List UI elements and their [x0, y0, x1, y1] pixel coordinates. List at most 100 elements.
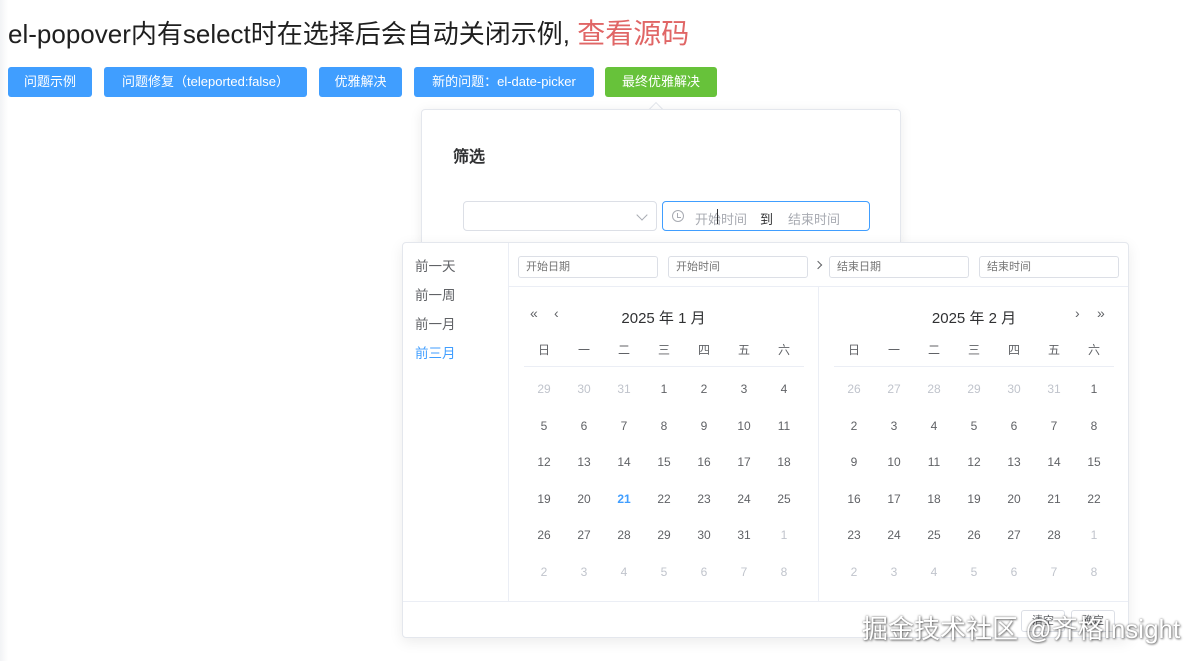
left-day-cell[interactable]: 9 — [684, 408, 724, 444]
left-day-cell[interactable]: 26 — [524, 517, 564, 553]
right-day-cell[interactable]: 4 — [914, 408, 954, 444]
left-day-cell[interactable]: 21 — [604, 481, 644, 517]
left-day-cell[interactable]: 6 — [564, 408, 604, 444]
left-day-cell[interactable]: 4 — [604, 554, 644, 590]
right-day-cell[interactable]: 8 — [1074, 554, 1114, 590]
left-day-cell[interactable]: 6 — [684, 554, 724, 590]
left-day-cell[interactable]: 13 — [564, 444, 604, 480]
right-day-cell[interactable]: 4 — [914, 554, 954, 590]
left-day-cell[interactable]: 12 — [524, 444, 564, 480]
right-day-cell[interactable]: 9 — [834, 444, 874, 480]
issue-example-button[interactable]: 问题示例 — [8, 67, 92, 97]
shortcut-prev-day[interactable]: 前一天 — [415, 255, 456, 275]
left-day-cell[interactable]: 19 — [524, 481, 564, 517]
left-day-cell[interactable]: 5 — [644, 554, 684, 590]
right-day-cell[interactable]: 1 — [1074, 517, 1114, 553]
left-day-cell[interactable]: 30 — [564, 371, 604, 407]
right-day-cell[interactable]: 3 — [874, 408, 914, 444]
left-day-cell[interactable]: 14 — [604, 444, 644, 480]
right-day-cell[interactable]: 2 — [834, 554, 874, 590]
left-day-cell[interactable]: 20 — [564, 481, 604, 517]
left-day-cell[interactable]: 4 — [764, 371, 804, 407]
left-day-cell[interactable]: 24 — [724, 481, 764, 517]
right-day-cell[interactable]: 17 — [874, 481, 914, 517]
left-day-cell[interactable]: 16 — [684, 444, 724, 480]
left-day-cell[interactable]: 7 — [604, 408, 644, 444]
right-day-cell[interactable]: 8 — [1074, 408, 1114, 444]
left-day-cell[interactable]: 2 — [524, 554, 564, 590]
left-day-cell[interactable]: 15 — [644, 444, 684, 480]
right-day-cell[interactable]: 20 — [994, 481, 1034, 517]
left-day-cell[interactable]: 7 — [724, 554, 764, 590]
right-day-cell[interactable]: 3 — [874, 554, 914, 590]
left-day-cell[interactable]: 10 — [724, 408, 764, 444]
left-day-cell[interactable]: 31 — [724, 517, 764, 553]
left-day-cell[interactable]: 23 — [684, 481, 724, 517]
right-day-cell[interactable]: 14 — [1034, 444, 1074, 480]
range-end-input[interactable]: 结束时间 — [788, 209, 840, 228]
left-day-cell[interactable]: 27 — [564, 517, 604, 553]
right-day-cell[interactable]: 21 — [1034, 481, 1074, 517]
left-day-cell[interactable]: 8 — [764, 554, 804, 590]
right-day-cell[interactable]: 28 — [914, 371, 954, 407]
right-day-cell[interactable]: 7 — [1034, 408, 1074, 444]
filter-select[interactable] — [463, 201, 657, 231]
right-day-cell[interactable]: 29 — [954, 371, 994, 407]
left-day-cell[interactable]: 1 — [644, 371, 684, 407]
right-day-cell[interactable]: 26 — [834, 371, 874, 407]
right-day-cell[interactable]: 2 — [834, 408, 874, 444]
right-day-cell[interactable]: 12 — [954, 444, 994, 480]
left-day-cell[interactable]: 3 — [564, 554, 604, 590]
right-day-cell[interactable]: 26 — [954, 517, 994, 553]
view-source-link[interactable]: 查看源码 — [577, 18, 689, 49]
shortcut-prev-week[interactable]: 前一周 — [415, 284, 456, 304]
right-day-cell[interactable]: 1 — [1074, 371, 1114, 407]
right-day-cell[interactable]: 30 — [994, 371, 1034, 407]
left-day-cell[interactable]: 18 — [764, 444, 804, 480]
right-day-cell[interactable]: 22 — [1074, 481, 1114, 517]
right-day-cell[interactable]: 5 — [954, 554, 994, 590]
left-day-cell[interactable]: 29 — [644, 517, 684, 553]
elegant-solution-button[interactable]: 优雅解决 — [319, 67, 402, 97]
right-day-cell[interactable]: 7 — [1034, 554, 1074, 590]
left-day-cell[interactable]: 29 — [524, 371, 564, 407]
right-day-cell[interactable]: 5 — [954, 408, 994, 444]
right-day-cell[interactable]: 6 — [994, 408, 1034, 444]
end-date-input[interactable] — [829, 256, 969, 278]
right-day-cell[interactable]: 15 — [1074, 444, 1114, 480]
start-date-input[interactable] — [518, 256, 658, 278]
right-day-cell[interactable]: 24 — [874, 517, 914, 553]
right-day-cell[interactable]: 13 — [994, 444, 1034, 480]
right-day-cell[interactable]: 27 — [994, 517, 1034, 553]
new-issue-date-picker-button[interactable]: 新的问题：el-date-picker — [414, 67, 594, 97]
issue-fix-teleported-button[interactable]: 问题修复（teleported:false） — [104, 67, 307, 97]
right-day-cell[interactable]: 16 — [834, 481, 874, 517]
right-day-cell[interactable]: 18 — [914, 481, 954, 517]
left-day-cell[interactable]: 11 — [764, 408, 804, 444]
left-day-cell[interactable]: 22 — [644, 481, 684, 517]
right-day-cell[interactable]: 6 — [994, 554, 1034, 590]
left-day-cell[interactable]: 31 — [604, 371, 644, 407]
right-day-cell[interactable]: 31 — [1034, 371, 1074, 407]
right-day-cell[interactable]: 11 — [914, 444, 954, 480]
right-day-cell[interactable]: 23 — [834, 517, 874, 553]
end-time-input[interactable] — [979, 256, 1119, 278]
right-day-cell[interactable]: 28 — [1034, 517, 1074, 553]
left-day-cell[interactable]: 3 — [724, 371, 764, 407]
left-day-cell[interactable]: 28 — [604, 517, 644, 553]
left-day-cell[interactable]: 2 — [684, 371, 724, 407]
datetime-range-input[interactable]: 开始时间 到 结束时间 — [662, 201, 870, 231]
left-day-cell[interactable]: 25 — [764, 481, 804, 517]
right-day-cell[interactable]: 19 — [954, 481, 994, 517]
left-day-cell[interactable]: 8 — [644, 408, 684, 444]
right-day-cell[interactable]: 25 — [914, 517, 954, 553]
range-start-input[interactable]: 开始时间 — [695, 209, 747, 228]
final-elegant-solution-button[interactable]: 最终优雅解决 — [605, 67, 717, 97]
shortcut-prev-three-months[interactable]: 前三月 — [415, 342, 456, 362]
right-day-cell[interactable]: 27 — [874, 371, 914, 407]
right-day-cell[interactable]: 10 — [874, 444, 914, 480]
shortcut-prev-month[interactable]: 前一月 — [415, 313, 456, 333]
left-day-cell[interactable]: 17 — [724, 444, 764, 480]
start-time-input[interactable] — [668, 256, 808, 278]
left-day-cell[interactable]: 1 — [764, 517, 804, 553]
